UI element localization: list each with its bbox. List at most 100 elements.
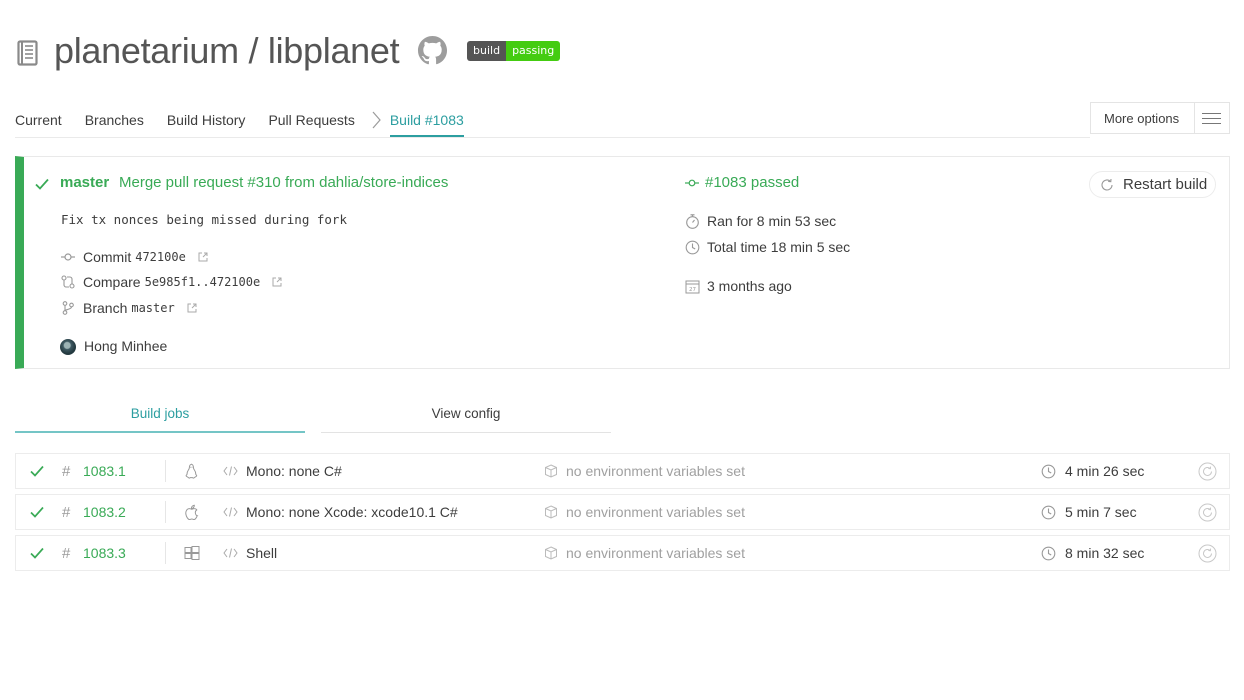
external-link-icon[interactable] — [272, 277, 282, 287]
job-duration-label: 5 min 7 sec — [1065, 504, 1137, 520]
commit-row: Commit 472100e — [61, 249, 208, 265]
check-icon — [30, 495, 44, 529]
commit-sha[interactable]: 472100e — [135, 250, 186, 264]
hash-icon: # — [62, 462, 71, 480]
svg-text:27: 27 — [689, 287, 696, 293]
tab-view-config[interactable]: View config — [321, 404, 611, 433]
compare-icon — [61, 275, 75, 289]
external-link-icon[interactable] — [198, 252, 208, 262]
tab-branches[interactable]: Branches — [85, 110, 144, 130]
check-icon — [30, 536, 44, 570]
row-divider — [165, 542, 166, 564]
apple-icon — [184, 495, 200, 529]
commit-label: Commit — [83, 249, 132, 265]
branch-icon — [62, 301, 74, 315]
github-icon[interactable] — [417, 35, 448, 66]
external-link-icon[interactable] — [187, 303, 197, 313]
tab-build-history[interactable]: Build History — [167, 110, 246, 130]
box-icon — [545, 546, 557, 560]
tab-build-jobs[interactable]: Build jobs — [15, 404, 305, 433]
hash-icon: # — [62, 503, 71, 521]
job-env: no environment variables set — [544, 454, 745, 488]
commit-icon — [685, 179, 699, 186]
calendar-icon: 27 — [685, 280, 700, 293]
compare-row: Compare 5e985f1..472100e — [61, 274, 282, 290]
clock-icon — [1041, 464, 1056, 478]
branch-name[interactable]: master — [131, 301, 174, 315]
stopwatch-icon — [686, 213, 699, 229]
tab-current[interactable]: Current — [15, 110, 62, 130]
box-icon — [545, 464, 557, 478]
job-env: no environment variables set — [544, 495, 745, 529]
build-status-badge[interactable]: build passing — [467, 41, 561, 61]
clock-icon — [1041, 505, 1056, 519]
restart-job-icon[interactable] — [1198, 536, 1217, 570]
row-divider — [165, 501, 166, 523]
branch-label: Branch — [83, 300, 128, 316]
repo-title[interactable]: planetarium / libplanet — [54, 30, 400, 72]
job-row[interactable]: # 1083.2 Mono: none Xcode: xcode10.1 C# … — [15, 494, 1230, 530]
restart-build-label: Restart build — [1123, 176, 1208, 193]
job-duration: 5 min 7 sec — [1041, 495, 1137, 529]
ran-for-text: Ran for 8 min 53 sec — [707, 213, 837, 229]
finished-at: 27 3 months ago — [685, 278, 792, 294]
commit-message[interactable]: Merge pull request #310 from dahlia/stor… — [119, 174, 448, 191]
job-env: no environment variables set — [544, 536, 745, 570]
build-state-label: #1083 passed — [705, 174, 800, 191]
repository-icon — [17, 40, 38, 66]
compare-range[interactable]: 5e985f1..472100e — [145, 275, 261, 289]
code-icon — [223, 507, 238, 517]
total-time-text: Total time 18 min 5 sec — [707, 239, 851, 255]
build-branch[interactable]: master — [60, 174, 109, 191]
restart-build-button[interactable]: Restart build — [1089, 171, 1216, 198]
clock-icon — [1041, 546, 1056, 560]
tab-build-1083[interactable]: Build #1083 — [389, 110, 464, 137]
build-nav: Current Branches Build History Pull Requ… — [15, 110, 487, 138]
chevron-right-icon — [372, 111, 381, 129]
badge-status: passing — [506, 41, 561, 61]
commit-icon — [61, 253, 75, 261]
author-avatar — [60, 339, 76, 355]
total-time: Total time 18 min 5 sec — [685, 239, 850, 255]
box-icon — [545, 505, 557, 519]
ran-for: Ran for 8 min 53 sec — [685, 213, 836, 229]
job-row[interactable]: # 1083.1 Mono: none C# no environment va… — [15, 453, 1230, 489]
check-icon — [35, 178, 49, 190]
job-env-label: no environment variables set — [566, 545, 745, 561]
job-language: Mono: none C# — [223, 454, 342, 488]
badge-label: build — [467, 41, 507, 61]
linux-icon — [184, 454, 200, 488]
hamburger-menu-icon[interactable] — [1193, 103, 1229, 133]
more-options-button[interactable]: More options — [1090, 102, 1230, 134]
restart-job-icon[interactable] — [1198, 495, 1217, 529]
check-icon — [30, 454, 44, 488]
job-number[interactable]: 1083.3 — [83, 536, 126, 570]
compare-label: Compare — [83, 274, 141, 290]
row-divider — [165, 460, 166, 482]
more-options-label: More options — [1104, 110, 1180, 126]
job-language-label: Mono: none Xcode: xcode10.1 C# — [246, 504, 458, 520]
tab-pull-requests[interactable]: Pull Requests — [268, 110, 354, 130]
job-duration: 8 min 32 sec — [1041, 536, 1144, 570]
job-number[interactable]: 1083.1 — [83, 454, 126, 488]
job-language: Shell — [223, 536, 277, 570]
job-duration-label: 8 min 32 sec — [1065, 545, 1145, 561]
job-language: Mono: none Xcode: xcode10.1 C# — [223, 495, 458, 529]
nav-divider — [15, 137, 1090, 138]
clock-icon — [685, 240, 700, 254]
restart-job-icon[interactable] — [1198, 454, 1217, 488]
code-icon — [223, 548, 238, 558]
branch-row: Branch master — [61, 300, 197, 316]
commit-description: Fix tx nonces being missed during fork — [61, 212, 347, 227]
job-language-label: Shell — [246, 545, 278, 561]
job-row[interactable]: # 1083.3 Shell no environment variables … — [15, 535, 1230, 571]
job-duration-label: 4 min 26 sec — [1065, 463, 1145, 479]
build-state[interactable]: #1083 passed — [685, 174, 799, 191]
job-duration: 4 min 26 sec — [1041, 454, 1144, 488]
job-number[interactable]: 1083.2 — [83, 495, 126, 529]
job-language-label: Mono: none C# — [246, 463, 342, 479]
code-icon — [223, 466, 238, 476]
job-env-label: no environment variables set — [566, 463, 745, 479]
windows-icon — [184, 536, 200, 570]
finished-text: 3 months ago — [707, 278, 792, 294]
